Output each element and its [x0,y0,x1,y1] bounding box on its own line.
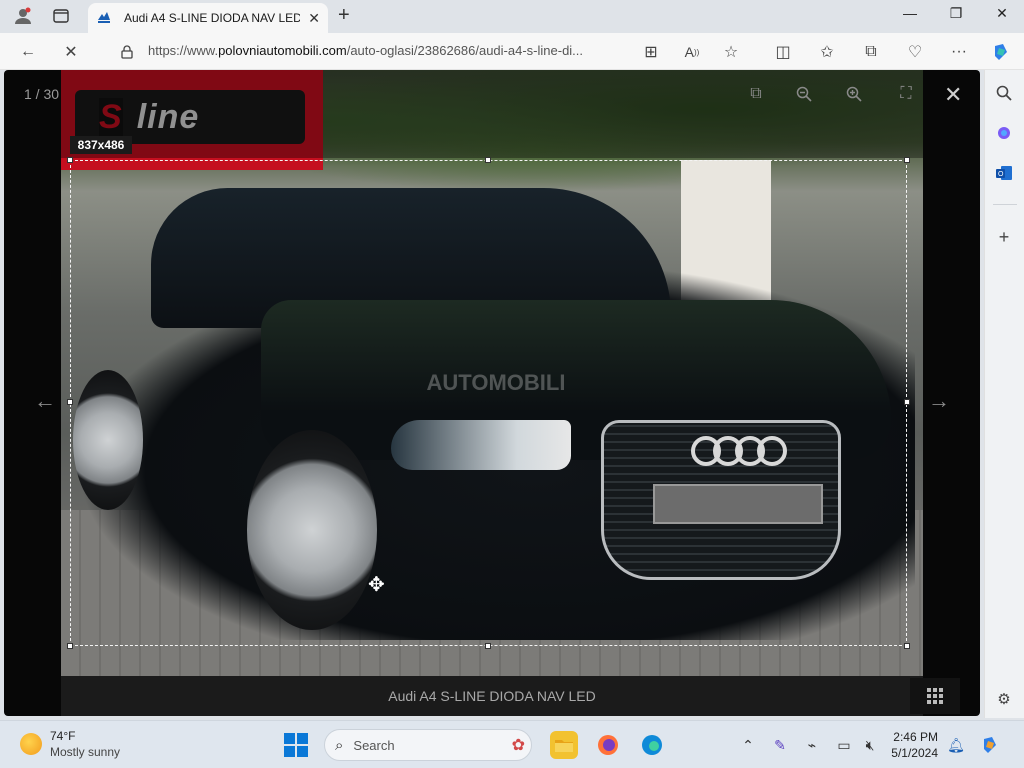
weather-sun-icon[interactable] [20,733,42,755]
move-cursor-icon: ✥ [368,574,385,596]
tab-active[interactable]: Audi A4 S-LINE DIODA NAV LED ✕ [88,3,328,33]
image-counter: 1 / 30 [24,86,60,102]
resize-handle-n[interactable] [485,157,491,163]
stop-loading-icon[interactable]: ✕ [60,41,82,63]
resize-handle-s[interactable] [485,643,491,649]
profile-icon[interactable] [12,6,34,26]
file-explorer-icon[interactable] [550,731,578,759]
app-available-icon[interactable]: ⊞ [640,41,662,63]
resize-handle-w[interactable] [67,399,73,405]
copy-icon[interactable]: ⧉ [744,82,768,106]
resize-handle-ne[interactable] [904,157,910,163]
search-highlight-icon: ✿ [511,737,525,754]
search-icon[interactable] [993,82,1015,104]
clock[interactable]: 2:46 PM 5/1/2024 [884,729,938,761]
notification-bell-icon[interactable]: 🔔︎ [946,735,966,755]
network-icon[interactable]: ⌁ [802,735,822,755]
firefox-icon[interactable] [594,731,622,759]
address-bar-row: ← ✕ https://www.polovniautomobili.com/au… [0,33,1024,70]
search-icon: ⌕ [335,736,344,754]
resize-handle-sw[interactable] [67,643,73,649]
read-aloud-icon[interactable]: A)) [681,41,703,63]
taskbar-search[interactable]: ⌕ Search ✿ [324,729,532,761]
split-screen-icon[interactable]: ◫ [772,41,794,63]
start-icon[interactable] [284,733,308,757]
tab-actions-icon[interactable] [50,6,72,26]
resize-handle-e[interactable] [904,399,910,405]
minimize-icon[interactable]: — [890,5,930,27]
collections-icon[interactable]: ⧉ [860,41,882,63]
tab-bar: Audi A4 S-LINE DIODA NAV LED ✕ + — ❐ ✕ [0,0,1024,33]
viewer-close-icon[interactable]: ✕ [944,82,962,108]
svg-text:O: O [998,171,1004,178]
edge-sidebar: O + ⚙ [984,70,1024,718]
edge-icon[interactable] [638,731,666,759]
window-close-icon[interactable]: ✕ [982,5,1022,27]
browser-essentials-icon[interactable]: ♡ [904,41,926,63]
more-menu-icon[interactable]: ··· [948,41,970,63]
favorites-icon[interactable]: ✩ [816,41,838,63]
resize-handle-nw[interactable] [67,157,73,163]
image-caption: Audi A4 S-LINE DIODA NAV LED [388,688,596,704]
taskbar: 74°F Mostly sunny ⌕ Search ✿ ⌃ ✎ ⌁ ▭ 🔇︎ … [0,720,1024,768]
url-field[interactable]: https://www.polovniautomobili.com/auto-o… [148,43,583,58]
grid-view-icon[interactable] [910,678,960,714]
add-icon[interactable]: + [993,226,1015,248]
resize-handle-se[interactable] [904,643,910,649]
display-icon[interactable]: ▭ [834,735,854,755]
gear-icon[interactable]: ⚙ [993,688,1015,710]
capture-selection[interactable] [67,157,910,649]
weather-condition[interactable]: Mostly sunny [50,745,120,759]
weather-temperature[interactable]: 74°F [50,729,75,743]
copilot-sidebar-icon[interactable] [993,122,1015,144]
sidebar-divider [993,204,1017,205]
star-icon[interactable]: ☆ [720,41,742,63]
lock-icon[interactable] [116,41,138,63]
chevron-up-icon[interactable]: ⌃ [738,735,758,755]
pen-icon[interactable]: ✎ [770,735,790,755]
outlook-icon[interactable]: O [993,162,1015,184]
volume-muted-icon[interactable]: 🔇︎ [860,735,880,755]
zoom-in-icon[interactable] [842,82,866,106]
selection-size-label: 837x486 [70,136,132,154]
caption-bar: Audi A4 S-LINE DIODA NAV LED [61,676,923,716]
site-favicon-icon [96,10,112,26]
tab-close-icon[interactable]: ✕ [308,10,320,27]
back-arrow-icon[interactable]: ← [17,41,39,63]
tab-title: Audi A4 S-LINE DIODA NAV LED [124,11,300,25]
new-tab-icon[interactable]: + [338,4,350,27]
next-arrow-icon[interactable]: → [928,388,950,414]
search-placeholder: Search [353,737,395,753]
copilot-taskbar-icon[interactable] [980,735,1000,755]
copilot-icon[interactable] [990,41,1012,63]
restore-icon[interactable]: ❐ [936,5,976,27]
prev-arrow-icon[interactable]: ← [34,388,56,414]
fullscreen-icon[interactable]: ⛶ [894,82,918,106]
zoom-out-icon[interactable] [792,82,816,106]
